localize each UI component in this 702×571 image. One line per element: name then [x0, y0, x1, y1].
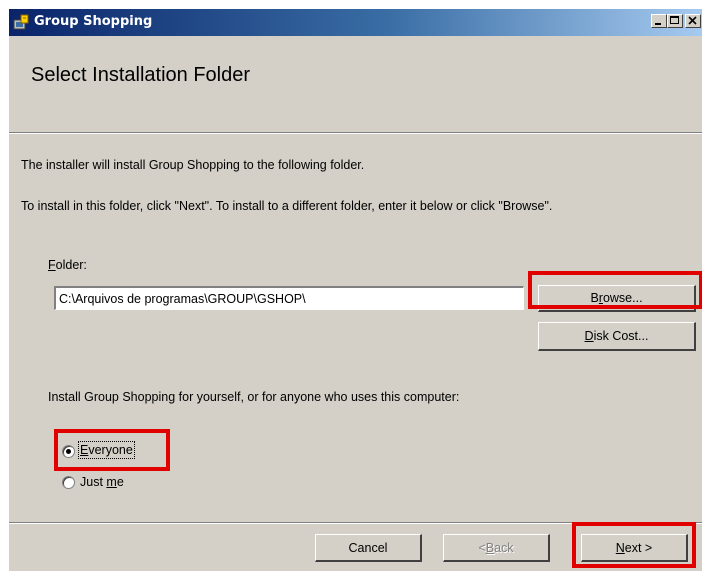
radio-everyone-button[interactable]	[62, 445, 75, 458]
header-divider	[9, 133, 702, 134]
browse-button[interactable]: Br owse...	[538, 285, 696, 312]
radio-everyone-label[interactable]: Everyone	[78, 441, 135, 459]
footer-divider-highlight	[9, 523, 702, 524]
close-icon	[688, 16, 697, 25]
next-button[interactable]: Next >	[581, 534, 688, 562]
installer-app-icon	[13, 14, 29, 30]
intro-text: The installer will install Group Shoppin…	[21, 158, 365, 172]
disk-cost-button[interactable]: Disk Cost...	[538, 322, 696, 351]
close-button[interactable]	[685, 14, 701, 28]
minimize-button[interactable]	[651, 14, 667, 28]
radio-just-me-button[interactable]	[62, 476, 75, 489]
install-for-text: Install Group Shopping for yourself, or …	[48, 390, 460, 404]
maximize-button[interactable]	[667, 14, 683, 28]
folder-input[interactable]	[54, 286, 524, 310]
cancel-button[interactable]: Cancel	[315, 534, 422, 562]
installer-window: Group Shopping Select Installation Folde…	[8, 8, 702, 571]
window-title: Group Shopping	[34, 14, 153, 29]
page-title: Select Installation Folder	[31, 64, 251, 86]
title-bar[interactable]: Group Shopping	[9, 9, 702, 36]
maximize-icon	[670, 16, 679, 24]
minimize-icon	[655, 23, 661, 25]
instructions-text: To install in this folder, click "Next".…	[21, 199, 553, 213]
folder-label: Folder:	[48, 258, 87, 272]
back-button[interactable]: < Back	[443, 534, 550, 562]
radio-just-me-label[interactable]: Just me	[80, 475, 124, 489]
